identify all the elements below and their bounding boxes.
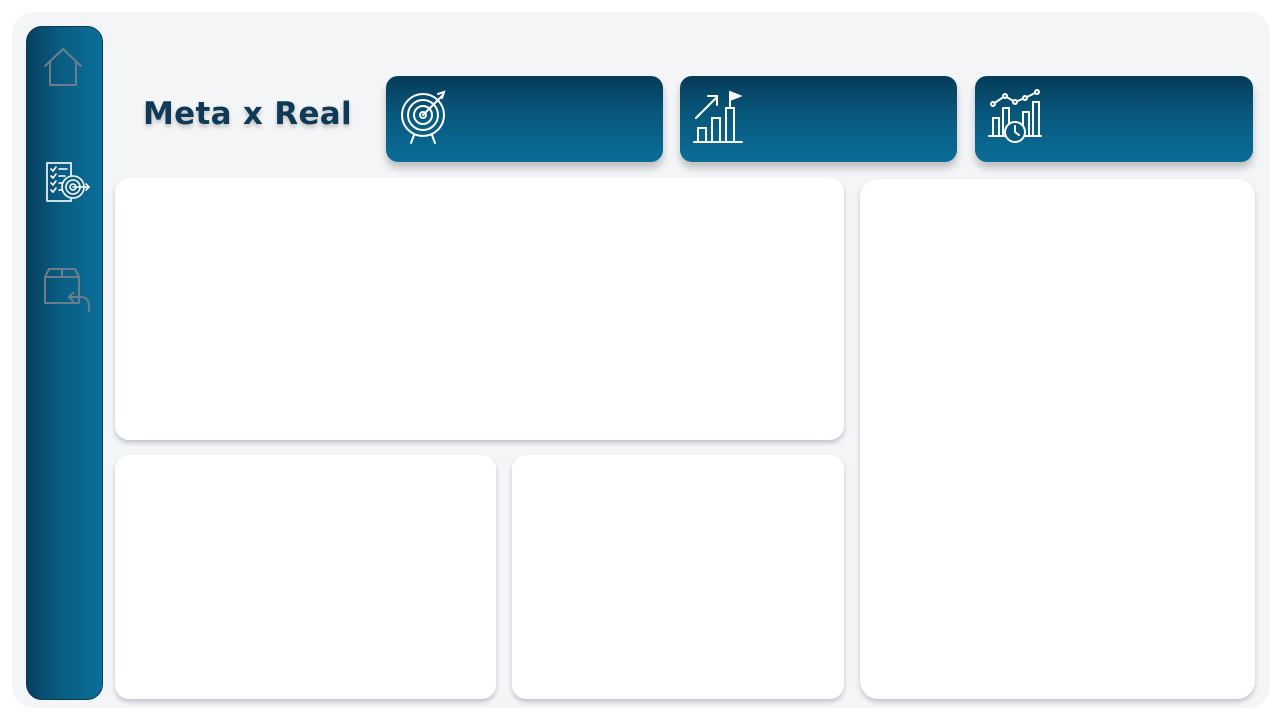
home-icon xyxy=(44,48,82,86)
nav-goals-report-button[interactable] xyxy=(39,157,93,211)
kpi-card-growth[interactable] xyxy=(680,76,957,162)
page-title: Meta x Real xyxy=(143,96,352,132)
goal-report-icon xyxy=(46,162,91,202)
right-side-panel xyxy=(860,179,1255,699)
nav-home-button[interactable] xyxy=(39,41,93,95)
nav-returns-button[interactable] xyxy=(39,263,93,317)
sidebar xyxy=(26,26,103,700)
target-icon xyxy=(398,88,454,146)
chart-clock-icon xyxy=(987,88,1043,146)
bottom-middle-panel xyxy=(512,455,844,699)
main-chart-panel xyxy=(115,178,844,440)
box-return-icon xyxy=(44,268,90,312)
growth-chart-flag-icon xyxy=(692,88,748,146)
kpi-card-timeline[interactable] xyxy=(975,76,1253,162)
bottom-left-panel xyxy=(115,455,496,699)
kpi-card-target[interactable] xyxy=(386,76,663,162)
